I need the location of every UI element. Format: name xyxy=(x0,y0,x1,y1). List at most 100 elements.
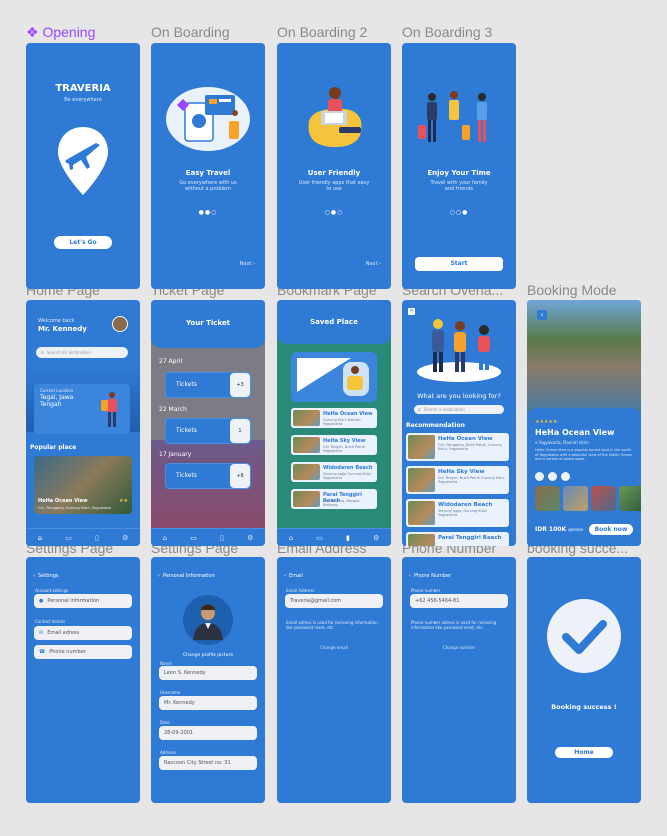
ticket-item[interactable]: Tickets 1 xyxy=(165,418,251,444)
phone-note: Phone number adress is used for recievin… xyxy=(411,620,497,630)
gallery-thumbnail[interactable] xyxy=(563,486,588,511)
gallery-thumbnail[interactable] xyxy=(619,486,641,511)
bookmark-icon[interactable]: ▯ xyxy=(95,534,99,542)
home-button[interactable]: Home xyxy=(555,747,613,758)
saved-place-card[interactable]: Parai Tenggiri Beach Sei. Tanjung, Bangk… xyxy=(291,489,377,509)
email-header[interactable]: ‹ Email xyxy=(284,573,303,579)
frame-label-opening[interactable]: ❖ Opening xyxy=(26,24,95,41)
ticket-count: +3 xyxy=(230,373,250,397)
search-icon: ⌕ xyxy=(418,406,421,413)
ticket-icon[interactable]: ▭ xyxy=(65,534,72,542)
home-icon[interactable]: ⌂ xyxy=(289,534,293,542)
recommendation-card[interactable]: HeHa Ocean View Giri, Panggang, Bukit Pa… xyxy=(406,433,509,461)
onboarding-title: Enjoy Your Time xyxy=(427,169,491,177)
date-label: Date xyxy=(160,720,170,725)
email-screen: ‹ Email Email Address Traveria@gmail.com … xyxy=(277,557,391,803)
onboarding-desc: Travel with your family and friends xyxy=(430,180,488,192)
ticket-screen: Your Ticket 27 April Tickets +3 22 March… xyxy=(151,300,265,546)
component-icon: ❖ xyxy=(26,24,43,40)
amenity-icon xyxy=(548,472,557,481)
search-input[interactable]: ⌕ Search for destination xyxy=(36,347,128,358)
onboarding-screen-2: User Friendly User friendly apps that ea… xyxy=(277,43,391,289)
phone-row[interactable]: ☎ Phone number xyxy=(34,645,132,659)
profile-picture[interactable] xyxy=(183,595,233,645)
ticket-icon[interactable]: ▭ xyxy=(316,534,323,542)
recommendation-card[interactable]: HeHa Sky View Giri Tengah, Bukit Patuk G… xyxy=(406,466,509,494)
start-button[interactable]: Start xyxy=(415,257,503,271)
change-email-link[interactable]: Change email xyxy=(277,645,391,650)
phone-header[interactable]: ‹ Phone Number xyxy=(409,573,451,579)
ticket-date: 17 January xyxy=(159,451,192,458)
date-field[interactable]: 28-09-2001 xyxy=(159,726,257,740)
gallery-thumbnail[interactable] xyxy=(535,486,560,511)
popular-place-card[interactable]: HeHa Ocean View Giri, Panggang, Gunung K… xyxy=(34,456,132,514)
next-button[interactable]: Next › xyxy=(366,261,381,267)
place-thumbnail xyxy=(293,437,320,453)
phone-input[interactable]: +62 456-5464-81 xyxy=(410,594,508,608)
back-arrow-icon[interactable]: ‹ xyxy=(537,310,547,320)
saved-place-card[interactable]: Widodaren Beach Tanjung Jogja Gunung Kid… xyxy=(291,462,377,482)
gear-icon[interactable]: ⚙ xyxy=(122,534,128,542)
frame-label-onboarding-3[interactable]: On Boarding 3 xyxy=(402,24,492,40)
email-row[interactable]: ✉ Email adress xyxy=(34,626,132,640)
bookmark-icon[interactable]: ▮ xyxy=(346,534,350,542)
page-title: Your Ticket xyxy=(186,319,230,327)
ticket-item[interactable]: Tickets +8 xyxy=(165,463,251,489)
location-card[interactable]: Current Location Tegal, Jawa Tengah xyxy=(34,384,130,434)
username-label: Username xyxy=(160,690,181,695)
chevron-left-icon: ‹ xyxy=(158,573,160,579)
ticket-icon[interactable]: ▭ xyxy=(190,534,197,542)
personal-info-header[interactable]: ‹ Personal Information xyxy=(158,573,215,579)
gear-icon[interactable]: ⚙ xyxy=(247,534,253,542)
bookmark-icon[interactable]: ▯ xyxy=(220,534,224,542)
saved-place-card[interactable]: HeHa Ocean View Gunung Kidul Daerah, Yog… xyxy=(291,408,377,428)
chevron-left-icon: ‹ xyxy=(409,573,411,579)
next-button[interactable]: Next › xyxy=(240,261,255,267)
phone-screen: ‹ Phone Number Phone number +62 456-5464-… xyxy=(402,557,516,803)
bottom-nav: ⌂ ▭ ▮ ⚙ xyxy=(277,528,391,546)
home-icon[interactable]: ⌂ xyxy=(163,534,167,542)
hiker-illustration xyxy=(101,392,117,427)
page-title: Saved Place xyxy=(310,318,358,326)
photo-gallery[interactable] xyxy=(535,486,641,511)
change-number-link[interactable]: Change number xyxy=(402,645,516,650)
amenity-icons xyxy=(535,472,570,481)
page-indicator: ○●○ xyxy=(324,209,344,216)
book-now-button[interactable]: Book now xyxy=(589,524,633,535)
email-input[interactable]: Traveria@gmail.com xyxy=(285,594,383,608)
popular-heading: Popular place xyxy=(30,444,77,451)
onboarding-screen-1: Easy Travel Go everywhere with us withou… xyxy=(151,43,265,289)
avatar[interactable] xyxy=(112,316,128,332)
chevron-right-icon: › xyxy=(379,261,381,267)
search-input[interactable]: ⌕ Search a destination xyxy=(414,405,504,414)
brand-title: TRAVERIA xyxy=(55,83,111,94)
name-field[interactable]: Leon S. Kennedy xyxy=(159,666,257,680)
frame-label-onboarding-2[interactable]: On Boarding 2 xyxy=(277,24,367,40)
recommendation-card[interactable]: Widodaren Beach Tanjung Jogja, Gunung Ki… xyxy=(406,499,509,527)
bottom-nav: ⌂ ▭ ▯ ⚙ xyxy=(151,528,265,546)
onboarding-title: Easy Travel xyxy=(185,169,231,177)
gallery-thumbnail[interactable] xyxy=(591,486,616,511)
lets-go-button[interactable]: Let's Go xyxy=(54,236,112,249)
recommendation-card[interactable]: Parai Tenggiri Beach xyxy=(406,532,509,546)
ticket-item[interactable]: Tickets +3 xyxy=(165,372,251,398)
address-field[interactable]: Raccoon City Street no. 31 xyxy=(159,756,257,770)
amenity-icon xyxy=(535,472,544,481)
friends-travel-illustration xyxy=(418,91,487,143)
ticket-count: 1 xyxy=(230,419,250,443)
gear-icon[interactable]: ⚙ xyxy=(373,534,379,542)
change-profile-picture-link[interactable]: Change profile picture xyxy=(151,653,265,658)
ticket-count: +8 xyxy=(230,464,250,488)
saved-place-card[interactable]: HeHa Sky View Giri Tengah, Bukit Patuk Y… xyxy=(291,435,377,455)
search-icon: ⌕ xyxy=(41,349,44,356)
frame-label-booking[interactable]: Booking Mode xyxy=(527,282,617,298)
username-field[interactable]: Mr. Kennedy xyxy=(159,696,257,710)
personal-info-row[interactable]: ● Personal information xyxy=(34,594,132,608)
frame-label-onboarding[interactable]: On Boarding xyxy=(151,24,230,40)
phone-label: Phone number xyxy=(411,588,441,593)
page-indicator: ○○● xyxy=(449,209,469,216)
bottom-nav: ⌂ ▭ ▯ ⚙ xyxy=(26,528,140,546)
home-screen: Welcome back Mr. Kennedy ⌕ Search for de… xyxy=(26,300,140,546)
home-icon[interactable]: ⌂ xyxy=(38,534,42,542)
settings-header[interactable]: ‹ Settings xyxy=(33,573,59,579)
